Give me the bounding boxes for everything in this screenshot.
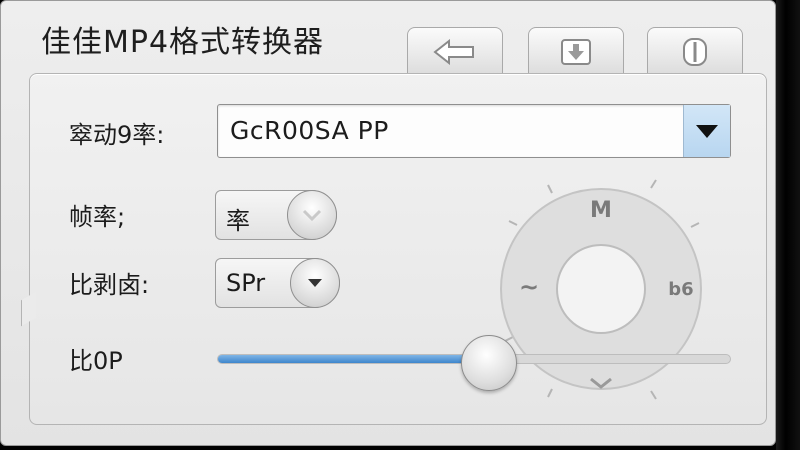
ratio-value: SPr — [226, 269, 266, 297]
ratio-label: 比剥卤: — [69, 271, 150, 299]
codec-value: GcR00SA PP — [230, 116, 389, 145]
chevron-down-icon — [302, 209, 322, 222]
codec-label: 窣动9率: — [69, 121, 165, 149]
ratio-dropdown-button[interactable] — [290, 258, 340, 308]
codec-dropdown-button[interactable] — [683, 105, 730, 157]
slider-fill — [218, 355, 491, 363]
fps-select[interactable]: 率 — [215, 190, 337, 240]
chevron-down-icon — [696, 124, 718, 138]
fps-dropdown-button[interactable] — [287, 190, 337, 240]
pause-icon — [683, 37, 707, 66]
wheel-top-label: M — [590, 198, 612, 223]
wheel-right-label: b6 — [668, 279, 693, 300]
fps-value: 率 — [226, 207, 250, 235]
tab-pause[interactable] — [647, 27, 743, 75]
slider-label: 比0P — [69, 347, 123, 375]
window-title: 佳佳MP4格式转换器 — [41, 25, 325, 60]
slider-thumb[interactable] — [461, 335, 518, 391]
tab-download[interactable] — [528, 27, 624, 75]
wheel-left-label: ~ — [519, 273, 539, 301]
tab-back[interactable] — [407, 27, 503, 75]
ratio-select[interactable]: SPr — [215, 258, 340, 308]
codec-select[interactable]: GcR00SA PP — [217, 104, 731, 158]
caret-down-icon — [308, 279, 322, 287]
converter-window: 佳佳MP4格式转换器 窣动9率: GcR00SA PP 帧率; 率 比剥卤: S… — [0, 0, 776, 446]
arrow-left-icon — [433, 38, 474, 65]
control-wheel[interactable]: M b6 ~ — [491, 171, 731, 411]
background-edge — [776, 0, 800, 450]
wheel-center-button[interactable] — [556, 244, 646, 334]
download-icon — [561, 38, 591, 65]
fps-label: 帧率; — [69, 203, 126, 231]
